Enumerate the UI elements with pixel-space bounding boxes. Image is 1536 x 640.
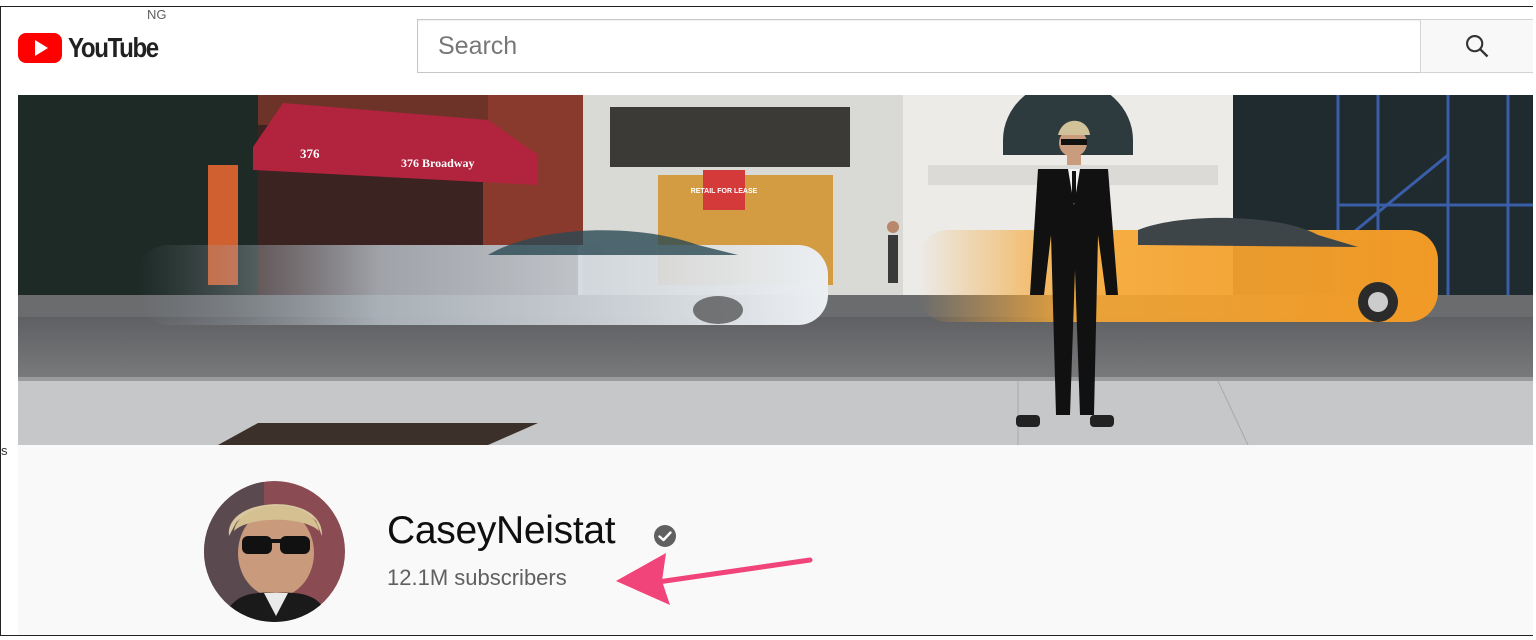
- subscriber-count: 12.1M subscribers: [387, 565, 567, 590]
- youtube-logo[interactable]: YouTube: [18, 31, 172, 65]
- channel-avatar[interactable]: [204, 481, 345, 622]
- youtube-play-icon: [18, 33, 62, 63]
- clipped-side-text: s: [1, 443, 8, 458]
- country-code: NG: [147, 7, 167, 22]
- browser-page: YouTube NG Search RETAIL FOR LEASE 376 3…: [0, 6, 1533, 636]
- channel-name[interactable]: CaseyNeistat: [387, 509, 616, 553]
- search-box: [417, 19, 1421, 73]
- verified-check-icon: [654, 525, 676, 547]
- search-button[interactable]: [1420, 19, 1533, 73]
- avatar-image: [204, 481, 345, 622]
- search-icon: [1466, 35, 1489, 58]
- logo-wordmark: YouTube: [68, 32, 159, 63]
- awning-number: 376: [300, 146, 320, 161]
- awning-street: 376 Broadway: [401, 156, 474, 170]
- masthead: YouTube NG: [1, 7, 1533, 95]
- banner-image: RETAIL FOR LEASE 376 376 Broadway: [18, 95, 1533, 445]
- search-input[interactable]: [418, 20, 1421, 72]
- lease-sign-text: RETAIL FOR LEASE: [691, 188, 758, 195]
- channel-banner: RETAIL FOR LEASE 376 376 Broadway: [18, 95, 1533, 445]
- channel-header: CaseyNeistat 12.1M subscribers: [18, 445, 1533, 635]
